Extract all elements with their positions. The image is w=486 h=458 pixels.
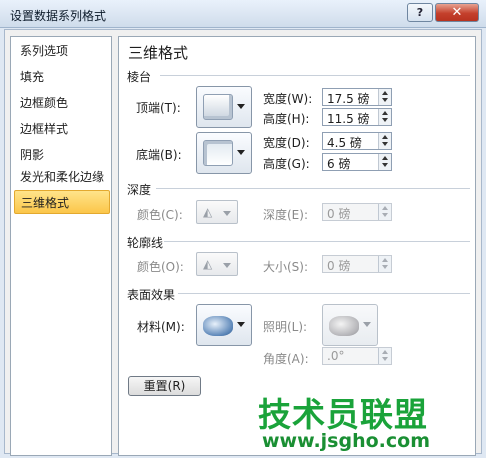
down-arrow-icon [382, 98, 388, 102]
depth-stepper[interactable]: 0 磅 [322, 203, 392, 221]
material-preview-icon [203, 316, 233, 336]
bevel-top-height-stepper[interactable]: 11.5 磅 [322, 108, 392, 126]
stepper-buttons[interactable] [378, 89, 391, 105]
nav-item-series-options[interactable]: 系列选项 [14, 39, 110, 63]
chevron-down-icon [237, 104, 245, 109]
bevel-bottom-height-value: 6 磅 [327, 157, 351, 171]
close-icon: ✕ [451, 5, 463, 20]
chevron-down-icon [237, 322, 245, 327]
chevron-down-icon [363, 322, 371, 327]
stepper-buttons[interactable] [378, 133, 391, 149]
up-arrow-icon [382, 350, 388, 354]
bevel-top-height-value: 11.5 磅 [327, 112, 370, 126]
down-arrow-icon [382, 118, 388, 122]
bevel-top-preview-icon [203, 94, 233, 120]
nav-item-3d-format[interactable]: 三维格式 [14, 190, 110, 214]
bevel-bottom-preview-icon [203, 140, 233, 166]
help-button[interactable]: ? [407, 3, 433, 22]
contour-size-label: 大小(S): [263, 260, 309, 274]
help-icon: ? [416, 6, 424, 19]
stepper-buttons[interactable] [378, 109, 391, 125]
depth-value: 0 磅 [327, 207, 351, 221]
bevel-bottom-height-label: 高度(G): [263, 157, 310, 171]
down-arrow-icon [382, 142, 388, 146]
up-arrow-icon [382, 206, 388, 210]
bevel-top-dropdown[interactable] [196, 86, 252, 128]
down-arrow-icon [382, 357, 388, 361]
stepper-buttons[interactable] [378, 256, 391, 272]
watermark-url: www.jsgho.com [262, 430, 430, 452]
bevel-bottom-height-stepper[interactable]: 6 磅 [322, 153, 392, 171]
section-depth: 深度 [127, 183, 152, 197]
nav-item-border-style[interactable]: 边框样式 [14, 117, 110, 141]
category-list: 系列选项 填充 边框颜色 边框样式 阴影 发光和柔化边缘 三维格式 [10, 36, 112, 456]
section-surface: 表面效果 [127, 288, 176, 302]
contour-size-value: 0 磅 [327, 259, 351, 273]
bevel-bottom-dropdown[interactable] [196, 132, 252, 174]
nav-item-border-color[interactable]: 边框颜色 [14, 91, 110, 115]
up-arrow-icon [382, 111, 388, 115]
stepper-buttons[interactable] [378, 348, 391, 364]
lighting-preview-icon [329, 316, 359, 336]
stepper-buttons[interactable] [378, 154, 391, 170]
panel-heading: 三维格式 [128, 44, 189, 62]
angle-label: 角度(A): [263, 352, 309, 366]
title-bar: 设置数据系列格式 ? ✕ [0, 0, 486, 28]
chevron-down-icon [237, 150, 245, 155]
depth-label: 深度(E): [263, 208, 308, 222]
contour-size-stepper[interactable]: 0 磅 [322, 255, 392, 273]
chevron-down-icon [223, 263, 231, 268]
nav-item-shadow[interactable]: 阴影 [14, 143, 110, 167]
up-arrow-icon [382, 258, 388, 262]
down-arrow-icon [382, 163, 388, 167]
section-contour: 轮廓线 [127, 236, 164, 250]
nav-item-fill[interactable]: 填充 [14, 65, 110, 89]
bevel-top-width-value: 17.5 磅 [327, 92, 370, 106]
window-title: 设置数据系列格式 [10, 9, 107, 23]
bevel-bottom-width-value: 4.5 磅 [327, 136, 362, 150]
down-arrow-icon [382, 213, 388, 217]
lighting-dropdown[interactable] [322, 304, 378, 346]
bevel-bottom-label: 底端(B): [136, 148, 182, 162]
stepper-buttons[interactable] [378, 204, 391, 220]
bevel-top-label: 顶端(T): [136, 101, 181, 115]
paint-bucket-icon: ◭ [203, 257, 213, 271]
bevel-top-height-label: 高度(H): [263, 112, 310, 126]
contour-color-label: 颜色(O): [137, 260, 184, 274]
bevel-top-width-label: 宽度(W): [263, 92, 313, 106]
divider [178, 293, 470, 294]
up-arrow-icon [382, 135, 388, 139]
material-dropdown[interactable] [196, 304, 252, 346]
bevel-bottom-width-stepper[interactable]: 4.5 磅 [322, 132, 392, 150]
depth-color-label: 颜色(C): [137, 208, 183, 222]
down-arrow-icon [382, 265, 388, 269]
up-arrow-icon [382, 91, 388, 95]
bevel-bottom-width-label: 宽度(D): [263, 136, 310, 150]
chevron-down-icon [223, 211, 231, 216]
depth-color-button[interactable]: ◭ [196, 200, 238, 224]
close-button[interactable]: ✕ [435, 3, 479, 22]
divider [160, 75, 470, 76]
contour-color-button[interactable]: ◭ [196, 252, 238, 276]
reset-button[interactable]: 重置(R) [128, 376, 201, 396]
angle-stepper[interactable]: .0° [322, 347, 392, 365]
divider [156, 188, 470, 189]
material-label: 材料(M): [137, 320, 185, 334]
up-arrow-icon [382, 156, 388, 160]
nav-item-glow-soft-edges[interactable]: 发光和柔化边缘 [14, 165, 110, 189]
lighting-label: 照明(L): [263, 320, 308, 334]
divider [164, 241, 470, 242]
angle-value: .0° [327, 349, 345, 363]
paint-bucket-icon: ◭ [203, 205, 213, 219]
watermark-logo: 技术员联盟 [258, 395, 428, 434]
bevel-top-width-stepper[interactable]: 17.5 磅 [322, 88, 392, 106]
section-bevel: 棱台 [127, 70, 152, 84]
